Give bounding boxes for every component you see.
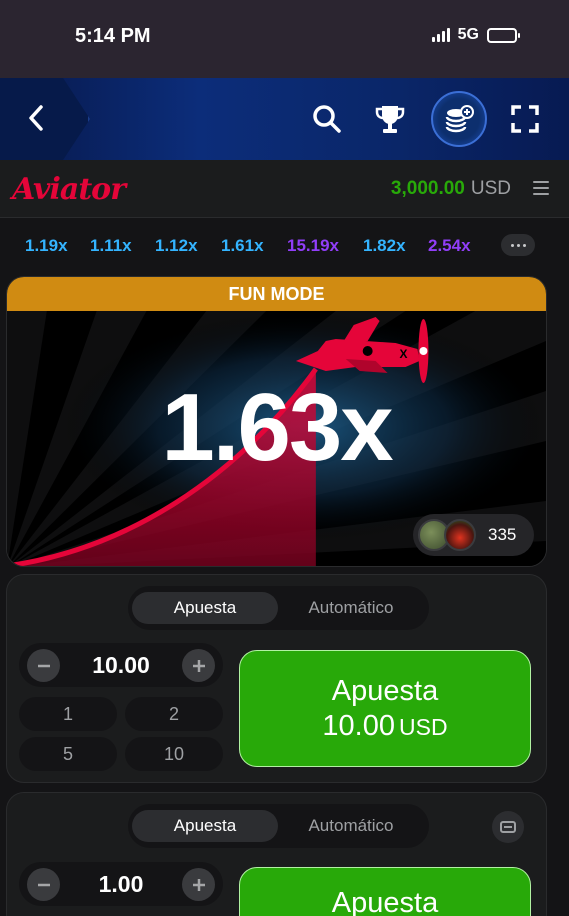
game-area: FUN MODE X 1.63x 335	[6, 276, 547, 567]
place-bet-button[interactable]: Apuesta 10.00 USD	[239, 650, 531, 767]
history-item: 1.82x	[363, 236, 406, 255]
app-header: Aviator 3,000.00 USD	[0, 160, 569, 218]
menu-icon[interactable]	[533, 181, 549, 195]
balance-currency: USD	[470, 178, 511, 199]
fullscreen-icon	[511, 105, 539, 133]
svg-text:X: X	[400, 347, 408, 361]
tab-auto[interactable]: Automático	[278, 810, 424, 842]
app-root: 5:14 PM 5G Aviator 3,000.00 USD 1.19x 1.…	[0, 0, 569, 916]
history-item: 1.61x	[221, 236, 264, 255]
history-item: 1.12x	[155, 236, 198, 255]
players-widget[interactable]: 335	[413, 514, 534, 556]
aviator-logo: Aviator	[12, 172, 126, 207]
bet-button-amount-row: 10.00 USD	[322, 709, 447, 744]
remove-panel-icon	[500, 821, 516, 833]
bet-button-currency: USD	[399, 713, 448, 740]
avatar	[444, 519, 476, 551]
multiplier-history: 1.19x 1.11x 1.12x 1.61x 15.19x 1.82x 2.5…	[0, 218, 569, 272]
coins-add-icon	[445, 105, 474, 133]
minus-icon	[37, 664, 50, 667]
search-button[interactable]	[307, 99, 347, 139]
fun-mode-banner: FUN MODE	[7, 277, 546, 311]
bet-panel-1: Apuesta Automático 10.00 1 2 5 10 Apuest…	[6, 574, 547, 783]
quick-amount-button[interactable]: 5	[19, 737, 117, 771]
history-more-button[interactable]	[501, 234, 535, 256]
quick-amount-button[interactable]: 10	[125, 737, 223, 771]
players-count: 335	[488, 525, 517, 544]
history-item: 2.54x	[428, 236, 471, 255]
battery-icon	[487, 27, 520, 43]
bet-button-amount: 10.00	[322, 709, 395, 742]
nav-bar	[0, 78, 569, 160]
status-time: 5:14 PM	[75, 25, 151, 47]
fullscreen-button[interactable]	[505, 99, 545, 139]
search-icon	[313, 105, 341, 133]
remove-panel-button[interactable]	[492, 811, 524, 843]
signal-icon	[431, 28, 450, 42]
bet-button-label: Apuesta	[331, 674, 439, 707]
coins-add-button[interactable]	[431, 91, 487, 147]
current-multiplier: 1.63x	[161, 374, 393, 481]
plus-icon	[192, 659, 205, 672]
plus-button[interactable]	[182, 649, 215, 682]
plus-icon	[192, 878, 205, 891]
history-item: 15.19x	[287, 236, 339, 255]
bet-mode-tabs: Apuesta Automático	[128, 804, 429, 848]
back-icon	[29, 105, 43, 131]
minus-icon	[37, 883, 50, 886]
stake-stepper: 1.00	[19, 862, 223, 906]
back-button[interactable]	[18, 100, 54, 136]
trophy-icon	[375, 106, 405, 133]
trophy-button[interactable]	[370, 99, 410, 139]
balance-amount: 3,000.00	[390, 178, 465, 199]
quick-amount-button[interactable]: 2	[125, 697, 223, 731]
bet-button-label: Apuesta	[331, 887, 439, 916]
place-bet-button[interactable]: Apuesta	[239, 867, 531, 916]
balance: 3,000.00 USD	[391, 178, 511, 200]
minus-button[interactable]	[27, 649, 60, 682]
network-label: 5G	[457, 26, 479, 43]
bet-panel-2: Apuesta Automático 1.00 Apuesta	[6, 792, 547, 916]
tab-bet[interactable]: Apuesta	[132, 810, 278, 842]
stake-stepper: 10.00	[19, 643, 223, 687]
bet-mode-tabs: Apuesta Automático	[128, 586, 429, 630]
tab-auto[interactable]: Automático	[278, 592, 424, 624]
quick-amount-button[interactable]: 1	[19, 697, 117, 731]
minus-button[interactable]	[27, 868, 60, 901]
plus-button[interactable]	[182, 868, 215, 901]
history-item: 1.19x	[25, 236, 68, 255]
history-item: 1.11x	[90, 236, 132, 255]
status-indicators: 5G	[431, 26, 520, 44]
tab-bet[interactable]: Apuesta	[132, 592, 278, 624]
status-bar: 5:14 PM 5G	[0, 0, 569, 78]
